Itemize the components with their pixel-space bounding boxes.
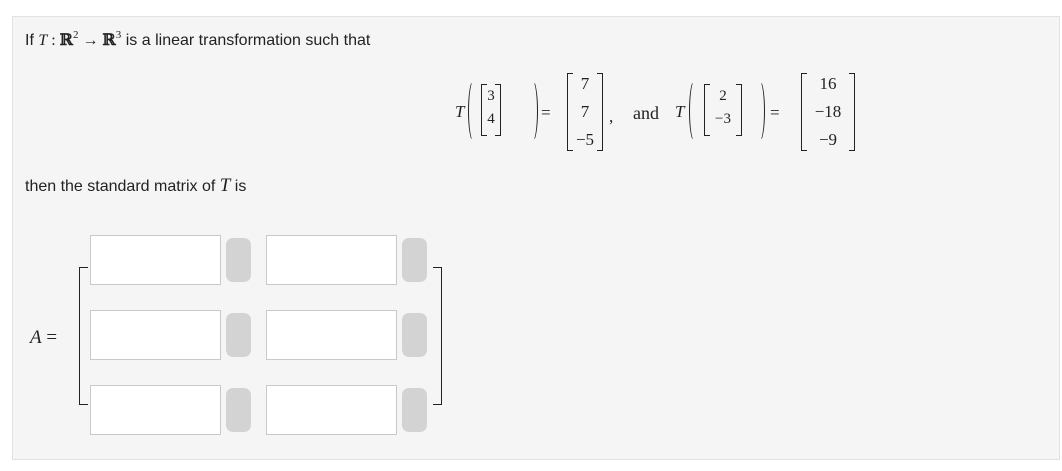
prompt-R-domain: ℝ [59,30,73,49]
eq1-input-2: 4 [487,111,495,127]
eq1-output-3: −5 [575,130,595,149]
matrix-cell-r2c2[interactable] [266,310,397,360]
eq1-input-1: 3 [487,88,495,104]
eq1-left-paren [468,80,479,142]
question-T: T [219,175,231,196]
eq2-input-1: 2 [719,88,727,104]
answer-status-indicator [226,388,251,432]
eq1-equals: = [541,103,551,122]
eq2-left-paren [689,80,700,142]
eq2-output-2: −18 [814,102,842,121]
matrix-cell-r3c1[interactable] [90,385,221,435]
matrix-cell-r1c1[interactable] [90,235,221,285]
prompt-T: T [38,32,48,49]
matrix-label-A: A [30,327,42,348]
eq1-output-2: 7 [580,102,590,121]
eq2-equals: = [770,103,780,122]
matrix-left-bracket [79,267,88,405]
transformation-equations: T 3 4 = 7 7 −5 , and T 2 −3 = 16 −18 −9 [453,70,873,160]
answer-status-indicator [402,313,427,357]
answer-status-indicator [226,238,251,282]
prompt-prefix: If [25,32,39,49]
prompt-arrow: → [78,32,103,49]
prompt-colon: : [47,32,60,49]
eq1-T: T [455,102,465,121]
prompt-R-codomain: ℝ [102,30,116,49]
matrix-cell-r1c2[interactable] [266,235,397,285]
matrix-cell-r3c2[interactable] [266,385,397,435]
question-suffix: is [230,178,247,195]
eq2-input-vector: 2 −3 [704,84,742,136]
eq2-T: T [675,102,685,121]
matrix-right-bracket [433,267,442,405]
eq2-output-1: 16 [819,74,837,93]
eq2-input-2: −3 [715,111,731,127]
eq1-output-vector: 7 7 −5 [567,73,603,151]
problem-statement: If T : ℝ2 → ℝ3 is a linear transformatio… [25,30,370,50]
question-prefix: then the standard matrix of [25,178,220,195]
prompt-suffix: is a linear transformation such that [121,32,371,49]
eq-and: and [633,103,659,123]
eq1-right-paren [527,80,538,142]
eq-separator: , [609,107,614,126]
matrix-label: A = [30,327,57,349]
eq1-output-1: 7 [580,74,590,93]
eq2-output-vector: 16 −18 −9 [801,73,855,151]
eq2-right-paren [754,80,765,142]
question-text: then the standard matrix of T is [25,175,246,197]
answer-status-indicator [402,238,427,282]
matrix-label-equals: = [41,327,58,348]
answer-status-indicator [402,388,427,432]
eq2-output-3: −9 [818,130,838,149]
eq1-input-vector: 3 4 [481,84,501,136]
answer-status-indicator [226,313,251,357]
matrix-cell-r2c1[interactable] [90,310,221,360]
